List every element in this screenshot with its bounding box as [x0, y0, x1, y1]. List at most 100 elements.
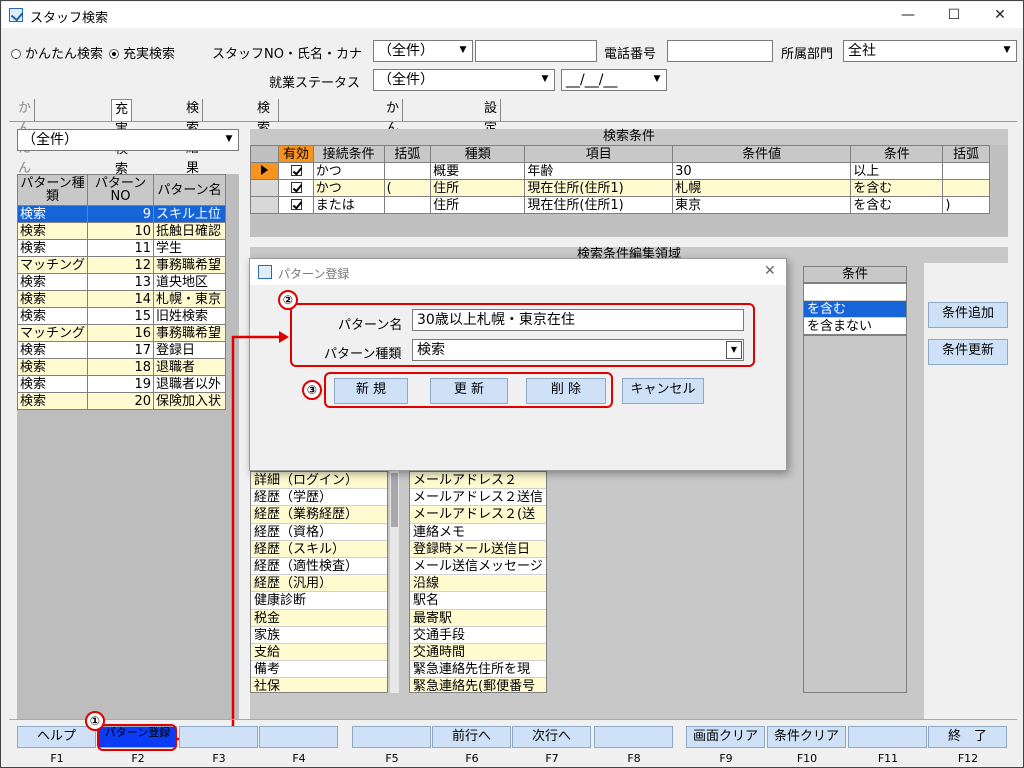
tab-full-search[interactable]: 充実検索	[111, 99, 133, 177]
pattern-no-cell: 14	[87, 290, 155, 308]
cancel-button[interactable]: キャンセル	[622, 378, 704, 404]
table-row[interactable]: かつ(住所 現在住所(住所1) 札幌 を含む	[249, 179, 990, 197]
list-item[interactable]: 連絡メモ	[410, 523, 546, 541]
condition-item-cell[interactable]: 現在住所(住所1)	[524, 179, 674, 197]
list-item[interactable]: メールアドレス２	[410, 472, 546, 490]
condition-kind-cell[interactable]: 概要	[430, 162, 526, 180]
tab-results-photo[interactable]: 検索結果(顔写真)	[254, 99, 280, 236]
fkey-button-f7[interactable]: 次行へ	[512, 726, 591, 748]
condition-open-cell[interactable]	[383, 196, 432, 214]
condition-close-cell[interactable]: )	[942, 196, 990, 214]
fkey-button-f9[interactable]: 画面クリア	[686, 726, 765, 748]
pattern-no-cell: 16	[87, 324, 155, 342]
current-row-arrow-icon[interactable]	[249, 162, 280, 180]
table-row[interactable]: マッチング 12 事務職希望	[16, 256, 226, 274]
condition-item-cell[interactable]: 現在住所(住所1)	[524, 196, 674, 214]
condition-item-cell[interactable]: 年齢	[524, 162, 674, 180]
list-item[interactable]: メールアドレス２(送	[410, 506, 546, 524]
table-row[interactable]: 検索 11 学生	[16, 239, 226, 257]
list-item[interactable]: 最寄駅	[410, 609, 546, 627]
condition-open-cell[interactable]: (	[383, 179, 432, 197]
cond-option[interactable]	[804, 284, 906, 302]
enabled-checkbox[interactable]	[278, 162, 314, 180]
phone-input[interactable]	[667, 40, 773, 62]
add-condition-button[interactable]: 条件追加	[928, 302, 1008, 328]
category-scrollbar[interactable]	[390, 471, 399, 693]
table-row[interactable]: 検索 10 抵触日確認	[16, 222, 226, 240]
enabled-checkbox[interactable]	[278, 179, 314, 197]
chevron-down-icon[interactable]: ▼	[221, 131, 237, 149]
close-icon[interactable]: ✕	[764, 263, 776, 279]
fkey-button-f8[interactable]	[594, 726, 673, 748]
item-list[interactable]: メールアドレス２ メールアドレス２送信 メールアドレス２(送 連絡メモ 登録時メール送信…	[409, 471, 547, 693]
row-header[interactable]	[249, 196, 280, 214]
list-item[interactable]: 登録時メール送信日	[410, 540, 546, 558]
chevron-down-icon[interactable]: ▼	[999, 42, 1015, 60]
dept-combo[interactable]: 全社 ▼	[843, 40, 1017, 62]
condition-conn-cell[interactable]: または	[312, 196, 385, 214]
cond-list[interactable]: を含む を含まない	[803, 283, 907, 335]
tab-simple-search[interactable]: かんたん検索	[15, 99, 36, 216]
status-combo[interactable]: （全件） ▼	[373, 69, 555, 91]
enabled-checkbox[interactable]	[278, 196, 314, 214]
cond-option[interactable]: を含む	[804, 301, 906, 319]
list-item[interactable]: 緊急連絡先住所を現	[410, 661, 546, 679]
pattern-type-cell: 検索	[16, 205, 89, 223]
condition-close-cell[interactable]	[942, 162, 990, 180]
list-item[interactable]: 緊急連絡先(郵便番号	[410, 678, 546, 692]
check-icon[interactable]	[290, 181, 302, 193]
minimize-icon[interactable]: —	[885, 2, 931, 28]
condition-kind-cell[interactable]: 住所	[430, 196, 526, 214]
list-item[interactable]: 沿線	[410, 575, 546, 593]
check-icon[interactable]	[290, 198, 302, 210]
fkey-button-f5[interactable]	[352, 726, 431, 748]
radio-simple-search[interactable]: かんたん検索	[11, 43, 103, 62]
tab-simple-check[interactable]: かんたん確認	[383, 99, 404, 216]
staff-combo[interactable]: （全件） ▼	[373, 40, 473, 62]
fkey-button-f4[interactable]	[259, 726, 338, 748]
condition-value-cell[interactable]: 札幌	[672, 179, 852, 197]
pattern-no-cell: 10	[87, 222, 155, 240]
fkey-button-f12[interactable]: 終 了	[928, 726, 1007, 748]
list-item[interactable]: 交通手段	[410, 626, 546, 644]
radio-full-search[interactable]: 充実検索	[109, 43, 175, 62]
fkey-button-f10[interactable]: 条件クリア	[767, 726, 846, 748]
condition-kind-cell[interactable]: 住所	[430, 179, 526, 197]
condition-conn-cell[interactable]: かつ	[312, 179, 385, 197]
row-header[interactable]	[249, 179, 280, 197]
list-item[interactable]: メールアドレス２送信	[410, 489, 546, 507]
table-row[interactable]: かつ 概要 年齢 30 以上	[249, 162, 990, 180]
table-row[interactable]: 検索 9 スキル上位	[16, 205, 226, 223]
fkey-button-f11[interactable]	[848, 726, 927, 748]
list-item[interactable]: 交通時間	[410, 643, 546, 662]
condition-open-cell[interactable]	[383, 162, 432, 180]
fkey-button-f1[interactable]: ヘルプ	[17, 726, 96, 748]
condition-value-cell[interactable]: 東京	[672, 196, 852, 214]
maximize-icon[interactable]: ☐	[931, 2, 977, 28]
table-row[interactable]: 検索 14 札幌・東京	[16, 290, 226, 308]
check-icon[interactable]	[290, 164, 302, 176]
condition-conn-cell[interactable]: かつ	[312, 162, 385, 180]
condition-value-cell[interactable]: 30	[672, 162, 852, 180]
tab-settings[interactable]: 設定	[481, 99, 502, 136]
table-row[interactable]: または 住所 現在住所(住所1) 東京 を含む)	[249, 196, 990, 214]
condition-cond-cell[interactable]: を含む	[850, 196, 944, 214]
chevron-down-icon[interactable]: ▼	[649, 71, 665, 89]
list-item[interactable]: メール送信メッセージ	[410, 557, 546, 576]
pattern-filter-combo[interactable]: （全件） ▼	[17, 129, 239, 151]
tab-results[interactable]: 検索結果	[183, 99, 204, 176]
close-icon[interactable]: ✕	[977, 2, 1023, 28]
list-item[interactable]: 駅名	[410, 592, 546, 610]
condition-close-cell[interactable]	[942, 179, 990, 197]
date-combo[interactable]: __/__/__ ▼	[561, 69, 667, 91]
condition-cond-cell[interactable]: を含む	[850, 179, 944, 197]
staff-input[interactable]	[475, 40, 597, 62]
table-row[interactable]: 検索 13 道央地区	[16, 273, 226, 291]
fkey-button-f6[interactable]: 前行へ	[432, 726, 511, 748]
condition-cond-cell[interactable]: 以上	[850, 162, 944, 180]
cond-option[interactable]: を含まない	[804, 318, 906, 334]
update-condition-button[interactable]: 条件更新	[928, 339, 1008, 365]
fkey-button-f3[interactable]	[179, 726, 258, 748]
chevron-down-icon[interactable]: ▼	[537, 71, 553, 89]
chevron-down-icon[interactable]: ▼	[455, 42, 471, 60]
